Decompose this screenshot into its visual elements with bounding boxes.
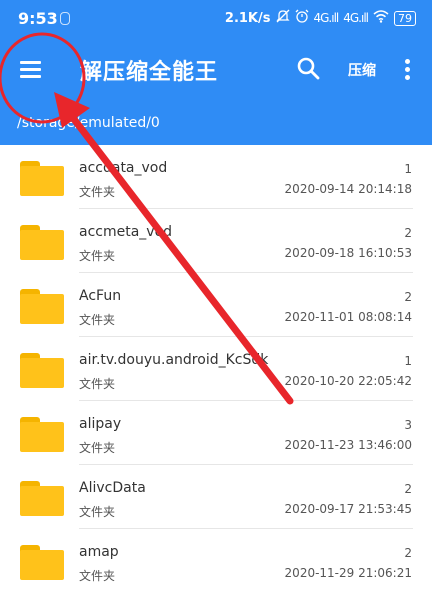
item-count: 2 [404, 546, 412, 560]
battery-icon: 79 [394, 10, 416, 26]
item-type: 文件夹 [79, 249, 116, 263]
item-date: 2020-10-20 22:05:42 [284, 374, 412, 388]
app-title: 解压缩全能王 [80, 60, 219, 85]
item-date: 2020-09-14 20:14:18 [284, 182, 412, 196]
signal-2-icon: 4G.ıll [343, 11, 369, 25]
folder-icon [20, 225, 64, 260]
network-speed: 2.1K/s [224, 10, 271, 26]
item-type: 文件夹 [79, 441, 116, 455]
search-button[interactable] [294, 54, 324, 84]
search-icon [297, 57, 320, 80]
item-type: 文件夹 [79, 505, 116, 519]
item-type: 文件夹 [79, 313, 116, 327]
compress-button[interactable]: 压缩 [348, 60, 376, 80]
folder-icon [20, 353, 64, 388]
status-indicators: 2.1K/s 4G.ıll 4G.ıll 79 [225, 9, 416, 27]
item-count: 1 [404, 354, 412, 368]
item-count: 2 [404, 482, 412, 496]
item-name: air.tv.douyu.android_KcSdk [79, 352, 269, 368]
item-name: alipay [79, 416, 122, 432]
item-type: 文件夹 [79, 185, 116, 199]
item-type: 文件夹 [79, 569, 116, 583]
item-count: 1 [404, 162, 412, 176]
item-date: 2020-11-01 08:08:14 [284, 310, 412, 324]
signal-1-icon: 4G.ıll [313, 11, 340, 25]
app-bar: 解压缩全能王 压缩 [0, 36, 432, 102]
current-path[interactable]: /storage/emulated/0 [17, 115, 160, 131]
folder-icon [20, 481, 64, 516]
folder-icon [20, 289, 64, 324]
item-count: 2 [404, 226, 412, 240]
more-options-button[interactable] [398, 56, 416, 84]
folder-icon [20, 545, 64, 580]
status-time: 9:53 [18, 9, 58, 28]
item-name: accdata_vod [79, 160, 168, 176]
alarm-icon [295, 9, 309, 27]
notification-icon [60, 12, 70, 25]
item-date: 2020-09-17 21:53:45 [284, 502, 412, 516]
list-item[interactable]: AcFun 文件夹 2 2020-11-01 08:08:14 [0, 273, 432, 337]
item-date: 2020-11-23 13:46:00 [284, 438, 412, 452]
item-name: accmeta_vod [79, 224, 173, 240]
item-date: 2020-11-29 21:06:21 [284, 566, 412, 580]
path-bar: /storage/emulated/0 [0, 102, 432, 145]
list-item[interactable]: accmeta_vod 文件夹 2 2020-09-18 16:10:53 [0, 209, 432, 273]
status-bar: 9:53 2.1K/s 4G.ıll 4G.ıll 79 [0, 0, 432, 36]
folder-icon [20, 161, 64, 196]
item-count: 3 [404, 418, 412, 432]
list-item[interactable]: alipay 文件夹 3 2020-11-23 13:46:00 [0, 401, 432, 465]
list-item[interactable]: accdata_vod 文件夹 1 2020-09-14 20:14:18 [0, 145, 432, 209]
list-item[interactable]: amap 文件夹 2 2020-11-29 21:06:21 [0, 529, 432, 593]
list-item[interactable]: air.tv.douyu.android_KcSdk 文件夹 1 2020-10… [0, 337, 432, 401]
menu-button[interactable] [12, 50, 50, 88]
item-name: amap [79, 544, 119, 560]
wifi-icon [373, 9, 389, 27]
item-type: 文件夹 [79, 377, 116, 391]
folder-icon [20, 417, 64, 452]
item-count: 2 [404, 290, 412, 304]
item-name: AlivcData [79, 480, 146, 496]
list-item[interactable]: AlivcData 文件夹 2 2020-09-17 21:53:45 [0, 465, 432, 529]
mute-icon [275, 9, 290, 27]
item-name: AcFun [79, 288, 122, 304]
item-date: 2020-09-18 16:10:53 [284, 246, 412, 260]
